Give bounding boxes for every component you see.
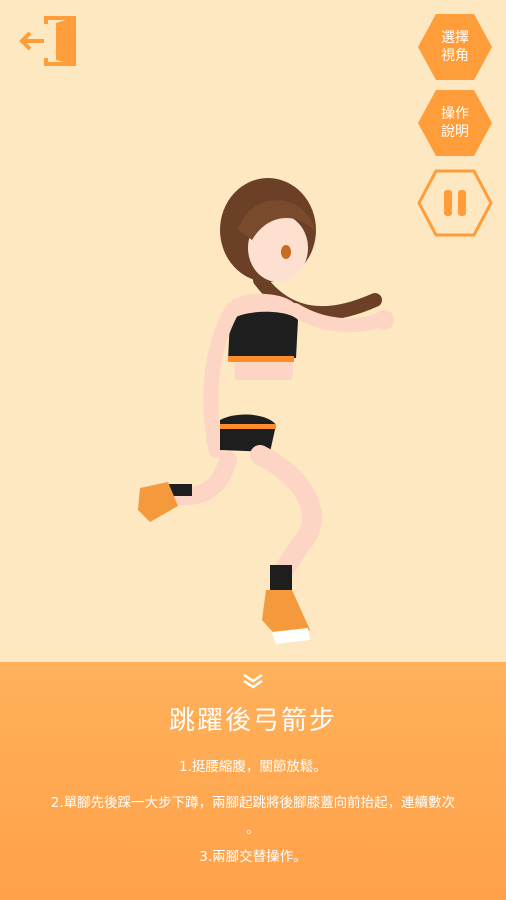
select-view-angle-button[interactable]: 選擇 視角	[416, 12, 494, 82]
instructions-button[interactable]: 操作 說明	[416, 88, 494, 158]
select-view-angle-label: 選擇 視角	[441, 30, 469, 64]
instruction-panel: 跳躍後弓箭步 1.挺腰縮腹，關節放鬆。 2.單腳先後踩一大步下蹲，兩腳起跳將後腳…	[0, 662, 506, 900]
exit-button[interactable]	[16, 14, 78, 68]
exercise-character-model	[138, 178, 394, 644]
instructions-label: 操作 說明	[441, 106, 469, 140]
pause-icon	[417, 169, 493, 237]
exercise-viewport: 選擇 視角 操作 說明	[0, 0, 506, 662]
exit-door-icon	[19, 16, 76, 66]
exercise-title: 跳躍後弓箭步	[168, 706, 337, 736]
exercise-step-1: 1.挺腰縮腹，關節放鬆。	[179, 759, 327, 775]
pause-button[interactable]	[416, 168, 494, 238]
exercise-step-3: 3.兩腳交替操作。	[199, 849, 307, 865]
exercise-step-2: 2.單腳先後踩一大步下蹲，兩腳起跳將後腳膝蓋向前抬起，連續數次 。	[50, 795, 456, 837]
collapse-chevron-down-icon[interactable]	[238, 670, 268, 692]
